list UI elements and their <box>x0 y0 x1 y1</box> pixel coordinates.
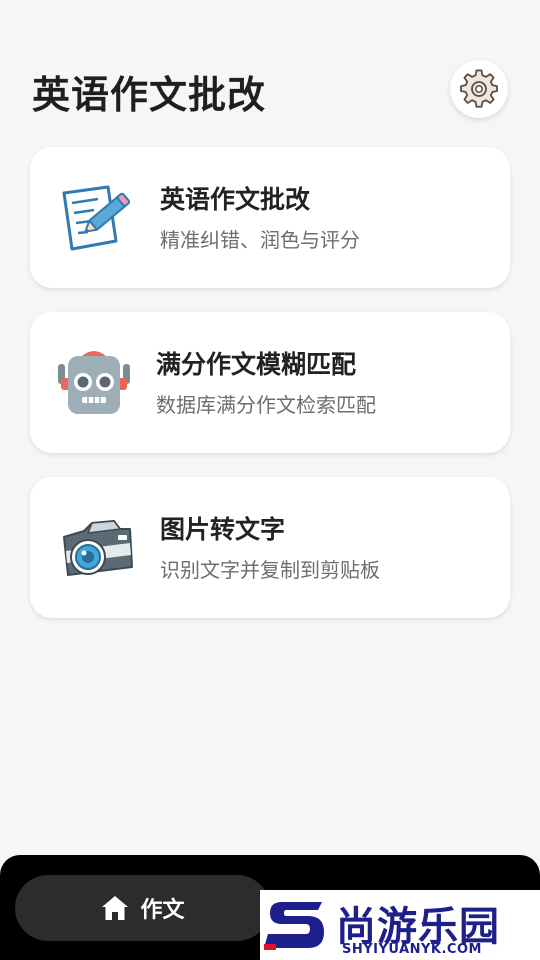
note-pencil-icon <box>58 181 134 257</box>
nav-item-essay[interactable]: 作文 <box>15 875 270 941</box>
home-icon <box>102 896 129 920</box>
card-subtitle: 识别文字并复制到剪贴板 <box>160 558 380 582</box>
robot-icon <box>56 344 132 420</box>
card-essay-match[interactable]: 满分作文模糊匹配 数据库满分作文检索匹配 <box>30 312 510 453</box>
camera-icon <box>58 511 134 587</box>
app-header: 英语作文批改 <box>0 0 540 140</box>
watermark-url: SHYIYUANYK.COM <box>342 942 482 957</box>
settings-button[interactable] <box>450 60 508 118</box>
card-essay-correction[interactable]: 英语作文批改 精准纠错、润色与评分 <box>30 147 510 288</box>
page-title: 英语作文批改 <box>32 73 267 117</box>
card-subtitle: 精准纠错、润色与评分 <box>160 228 360 252</box>
nav-item-label: 作文 <box>140 898 185 923</box>
card-title: 满分作文模糊匹配 <box>156 350 357 379</box>
card-subtitle: 数据库满分作文检索匹配 <box>156 393 376 417</box>
card-title: 英语作文批改 <box>160 185 311 214</box>
watermark-logo <box>264 902 324 950</box>
card-title: 图片转文字 <box>160 515 286 544</box>
gear-icon <box>460 69 498 108</box>
card-image-to-text[interactable]: 图片转文字 识别文字并复制到剪贴板 <box>30 477 510 618</box>
watermark: 尚游乐园 SHYIYUANYK.COM <box>260 890 540 960</box>
